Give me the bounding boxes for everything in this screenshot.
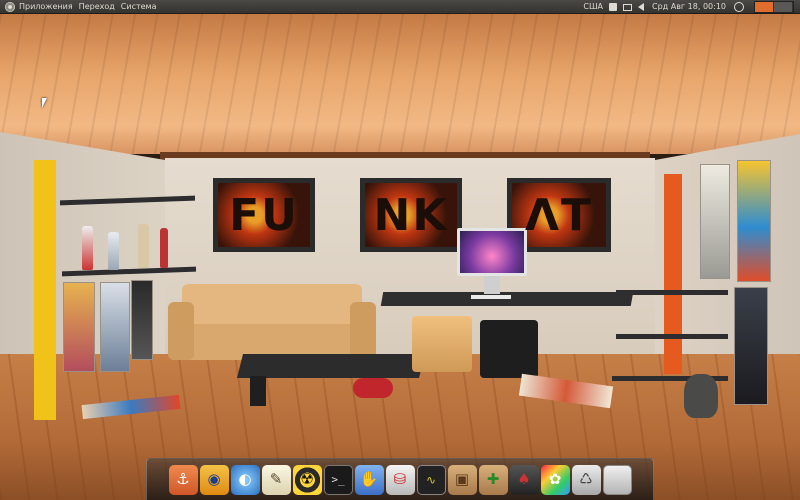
- fingers-app-icon[interactable]: ✋: [354, 464, 384, 495]
- wallpaper-art: [100, 282, 130, 372]
- panel-tray-area: США Срд Авг 18, 00:10: [583, 0, 800, 14]
- wallpaper-poster: ΛT: [507, 178, 611, 252]
- wallpaper-yellow-stripe: [34, 160, 56, 420]
- wallpaper-shelf: [616, 334, 728, 339]
- mouse-cursor-icon: [42, 98, 47, 108]
- keyboard-layout-indicator[interactable]: США: [583, 0, 603, 14]
- eye-app-icon[interactable]: ◉: [199, 464, 229, 495]
- volume-icon[interactable]: [638, 3, 644, 11]
- power-icon[interactable]: [734, 2, 744, 12]
- mail-icon[interactable]: [623, 3, 632, 11]
- package-installer-app-icon[interactable]: ✚: [478, 464, 508, 495]
- wallpaper-poster: NK: [360, 178, 462, 252]
- anchor-app-icon[interactable]: ⚓: [168, 464, 198, 495]
- wallpaper-art: [63, 282, 95, 372]
- wallpaper-art: [737, 160, 771, 282]
- network-icon[interactable]: [609, 3, 617, 11]
- wallpaper-bottle: [82, 226, 93, 270]
- workspace-switcher[interactable]: [754, 1, 794, 13]
- menu-applications[interactable]: Приложения: [19, 0, 73, 14]
- earth-app-icon[interactable]: ◐: [230, 464, 260, 495]
- wallpaper-table: [237, 354, 425, 378]
- menu-places[interactable]: Переход: [79, 0, 115, 14]
- wallpaper-orange-stripe: [664, 174, 682, 374]
- drive-icon[interactable]: [602, 464, 632, 495]
- radiation-app-icon[interactable]: ☢: [292, 464, 322, 495]
- top-panel: Приложения Переход Система США Срд Авг 1…: [0, 0, 800, 14]
- archive-app-icon[interactable]: ▣: [447, 464, 477, 495]
- wallpaper-ceiling: [0, 14, 800, 154]
- terminal-app-icon[interactable]: >_: [323, 464, 353, 495]
- workspace-1[interactable]: [755, 2, 774, 12]
- wallpaper-art: [734, 287, 768, 405]
- wallpaper-bottle: [160, 228, 168, 268]
- poster-letters: FU: [229, 189, 299, 241]
- wallpaper-bottle: [138, 224, 149, 268]
- wallpaper-cube-seat: [480, 320, 538, 378]
- wallpaper-monitor-stand: [484, 276, 500, 294]
- desktop-wallpaper[interactable]: FU NK ΛT: [0, 14, 800, 500]
- wallpaper-keyboard: [471, 295, 511, 299]
- wallpaper-dumbbell: [353, 378, 393, 398]
- wallpaper-art: [131, 280, 153, 360]
- wallpaper-bottle: [108, 232, 119, 270]
- suit-app-icon[interactable]: ♠: [509, 464, 539, 495]
- clock[interactable]: Срд Авг 18, 00:10: [652, 0, 726, 14]
- wallpaper-poster: FU: [213, 178, 315, 252]
- wallpaper-art: [700, 164, 730, 279]
- dock: ⚓ ◉ ◐ ✎ ☢ >_ ✋ ⛁ ∿ ▣ ✚ ♠ ✿ ♺: [146, 458, 654, 500]
- wallpaper-pouf: [412, 316, 472, 372]
- wallpaper-vase: [684, 374, 718, 418]
- workspace-2[interactable]: [774, 2, 793, 12]
- poster-letters: NK: [373, 189, 449, 241]
- disk-utility-app-icon[interactable]: ⛁: [385, 464, 415, 495]
- notes-app-icon[interactable]: ✎: [261, 464, 291, 495]
- ubuntu-logo-icon[interactable]: [5, 1, 15, 12]
- poster-letters: ΛT: [524, 189, 594, 241]
- paint-app-icon[interactable]: ✿: [540, 464, 570, 495]
- wallpaper-table-leg: [250, 376, 266, 406]
- trash-icon[interactable]: ♺: [571, 464, 601, 495]
- system-monitor-app-icon[interactable]: ∿: [416, 464, 446, 495]
- menu-system[interactable]: Система: [121, 0, 157, 14]
